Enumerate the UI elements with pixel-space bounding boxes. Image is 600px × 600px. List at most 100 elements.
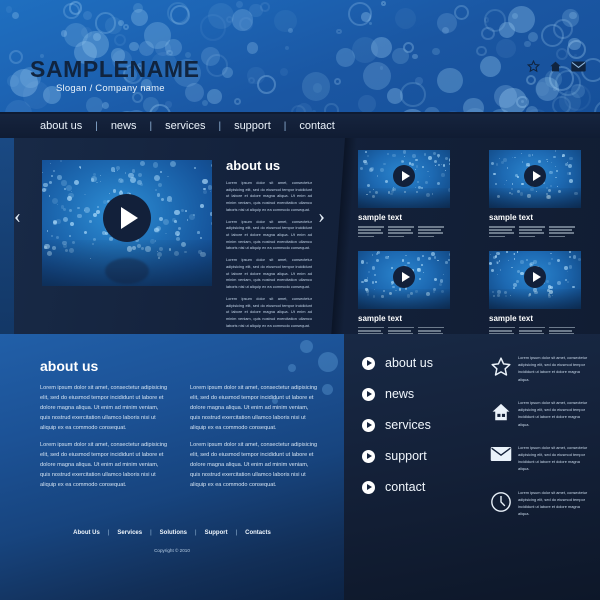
slider-paragraph: Lorem ipsum dolor sit amet, consectetur … [226,180,312,212]
sidebar-item-label[interactable]: services [385,418,431,432]
hero-reflection-circle [105,258,149,284]
star-icon [484,354,518,378]
sidebar-item-label[interactable]: news [385,387,414,401]
feature-text: Lorem ipsum dolor sit amet, consectetur … [518,489,588,517]
home-icon[interactable] [549,60,562,73]
about-paragraph: Lorem ipsum dolor sit amet, consectetur … [40,441,168,488]
clock-icon [484,489,518,513]
main-navigation: about us | news | services | support | contact [0,114,600,138]
arrow-right-icon [362,418,375,432]
sidebar-menu: about us news services support contact [362,356,433,511]
nav-separator: | [218,120,222,132]
arrow-right-icon [362,480,375,494]
nav-item-support[interactable]: support [232,120,273,132]
thumbnail-column-right: sample text sample text [489,150,581,352]
footer-link-contacts[interactable]: Contacts [245,530,271,536]
about-paragraph: Lorem ipsum dolor sit amet, consectetur … [190,385,318,431]
slider-prev-arrow[interactable]: ‹ [14,206,21,227]
about-text-column: Lorem ipsum dolor sit amet, consectetur … [190,384,320,498]
slider-paragraph: Lorem ipsum dolor sit amet, consectetur … [226,257,312,290]
thumbnail-placeholder-text [489,226,581,239]
arrow-right-icon [362,356,375,370]
about-main-title: about us [40,358,99,374]
decorative-dot [300,340,313,353]
site-logo: SAMPLENAME [30,56,200,82]
sidebar-item-support[interactable]: support [362,449,433,463]
hero-video-thumbnail[interactable] [42,160,212,286]
feature-text: Lorem ipsum dolor sit amet, consectetur … [518,444,588,472]
about-text-column: Lorem ipsum dolor sit amet, consectetur … [40,384,170,498]
thumbnail-reflection [489,188,581,208]
site-header: SAMPLENAME Slogan / Company name [0,0,600,112]
nav-item-news[interactable]: news [109,120,139,132]
about-paragraph: Lorem ipsum dolor sit amet, consectetur … [190,441,318,488]
nav-separator: | [149,120,153,132]
copyright-text: Copyright © 2010 [154,548,190,553]
thumbnail-card[interactable]: sample text [489,150,581,239]
nav-item-services[interactable]: services [163,120,207,132]
feature-item: Lorem ipsum dolor sit amet, consectetur … [484,354,592,383]
header-icon-group [527,60,586,73]
thumbnail-image[interactable] [489,150,581,208]
feature-list: Lorem ipsum dolor sit amet, consectetur … [484,354,592,534]
feature-item: Lorem ipsum dolor sit amet, consectetur … [484,444,592,473]
sidebar-item-services[interactable]: services [362,418,433,432]
play-icon[interactable] [103,193,151,242]
footer-link-solutions[interactable]: Solutions [160,530,187,536]
play-icon[interactable] [524,265,546,288]
slider-about-title: about us [226,158,281,173]
play-icon[interactable] [393,165,415,188]
about-main-block: about us Lorem ipsum dolor sit amet, con… [40,358,320,498]
envelope-icon[interactable] [571,61,586,72]
slider-paragraph: Lorem ipsum dolor sit amet, consectetur … [226,218,312,251]
envelope-icon [484,444,518,462]
thumbnail-label: sample text [358,313,403,323]
feature-text: Lorem ipsum dolor sit amet, consectetur … [518,355,588,382]
thumbnail-card[interactable]: sample text [358,250,450,340]
star-icon[interactable] [527,60,540,73]
slider-about-block: about us Lorem ipsum dolor sit amet, con… [226,158,312,334]
slider-next-arrow[interactable]: › [318,206,325,227]
decorative-dot [322,384,333,395]
thumbnail-placeholder-text [358,226,450,239]
home-icon [484,399,518,423]
sidebar-item-news[interactable]: news [362,387,433,401]
footer-link-support[interactable]: Support [205,530,228,536]
sidebar-item-label[interactable]: support [385,449,427,463]
thumbnail-image[interactable] [358,150,450,208]
sidebar-item-about-us[interactable]: about us [362,356,433,370]
thumbnail-card[interactable]: sample text [358,150,450,239]
sidebar-item-label[interactable]: about us [385,356,433,370]
about-text-columns: Lorem ipsum dolor sit amet, consectetur … [40,384,320,498]
decorative-dot [318,352,338,372]
footer-separator: | [195,530,197,536]
website-mockup: SAMPLENAME Slogan / Company name about u… [0,0,600,600]
thumbnail-card[interactable]: sample text [489,250,581,340]
play-icon[interactable] [524,165,546,188]
arrow-right-icon [362,387,375,401]
thumbnail-reflection [358,288,450,309]
thumbnail-image[interactable] [489,250,581,309]
about-content-panel: about us Lorem ipsum dolor sit amet, con… [0,334,344,600]
nav-item-about-us[interactable]: about us [38,120,84,132]
play-icon[interactable] [393,265,415,288]
footer-link-about-us[interactable]: About Us [73,530,100,536]
thumbnail-column-left: sample text sample text [358,150,450,352]
footer-link-services[interactable]: Services [117,530,142,536]
footer-separator: | [107,530,110,536]
arrow-right-icon [362,449,375,463]
thumbnail-label: sample text [489,313,534,323]
sidebar-panel: about us news services support contact Lorem… [344,334,600,600]
thumbnail-label: sample text [358,213,403,222]
footer-separator: | [235,530,238,536]
sidebar-item-label[interactable]: contact [385,480,425,494]
sidebar-item-contact[interactable]: contact [362,480,433,494]
thumbnail-image[interactable] [358,250,450,309]
feature-text: Lorem ipsum dolor sit amet, consectetur … [518,399,588,427]
slider-left-edge [0,138,14,334]
slider-about-paragraphs: Lorem ipsum dolor sit amet, consectetur … [226,180,312,329]
thumbnail-label: sample text [489,213,534,222]
footer-links: About Us | Services | Solutions | Support | Cont… [0,530,344,536]
feature-item: Lorem ipsum dolor sit amet, consectetur … [484,489,592,518]
nav-item-contact[interactable]: contact [297,120,336,132]
